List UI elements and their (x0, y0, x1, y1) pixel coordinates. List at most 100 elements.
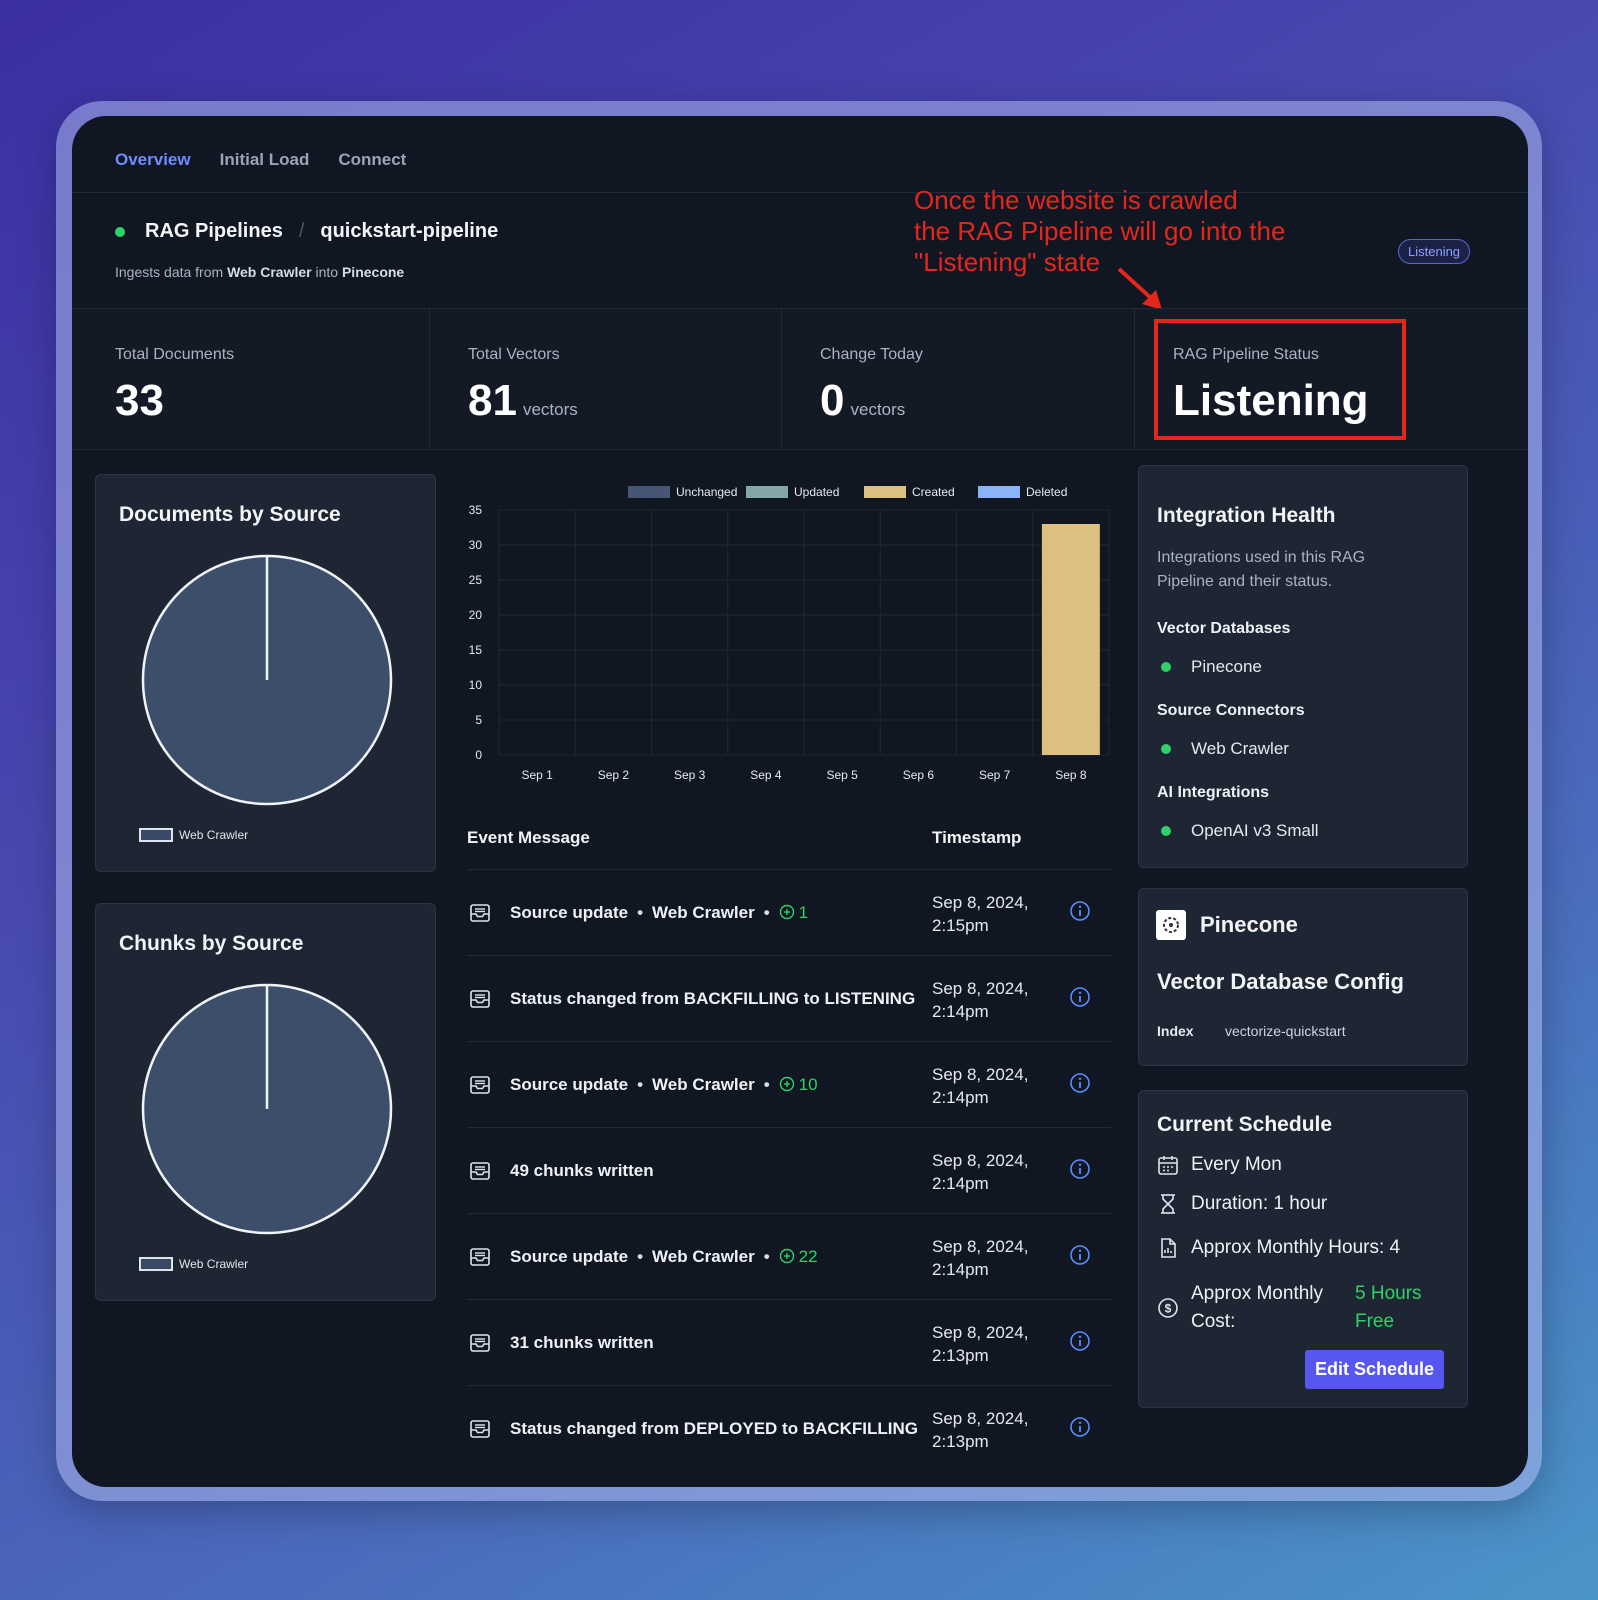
event-timestamp: Sep 8, 2024, 2:13pm (932, 1407, 1028, 1453)
timestamp-date: Sep 8, 2024, (932, 1237, 1029, 1256)
event-timestamp: Sep 8, 2024, 2:14pm (932, 977, 1028, 1023)
event-timestamp: Sep 8, 2024, 2:14pm (932, 1149, 1028, 1195)
event-count: 1 (779, 903, 808, 922)
legend-label: Web Crawler (179, 828, 249, 842)
event-row: Source update • Web Crawler • 22 Sep 8, 2024,… (467, 1213, 1111, 1299)
timestamp-time: 2:14pm (932, 1088, 989, 1107)
event-row: 31 chunks written Sep 8, 2024, 2:13pm (467, 1299, 1111, 1385)
event-count: 10 (779, 1075, 818, 1094)
tab-connect[interactable]: Connect (338, 150, 406, 170)
y-tick-label: 0 (475, 748, 482, 762)
inbox-icon (470, 1420, 490, 1438)
bullet: • (763, 903, 770, 922)
event-timestamp: Sep 8, 2024, 2:13pm (932, 1321, 1028, 1367)
legend-swatch (139, 827, 173, 842)
event-icon (469, 1419, 491, 1444)
timestamp-time: 2:14pm (932, 1174, 989, 1193)
event-info-button[interactable] (1069, 1330, 1091, 1357)
inbox-icon (470, 1248, 490, 1266)
event-info-button[interactable] (1069, 986, 1091, 1013)
document-icon (1161, 1238, 1176, 1258)
event-label: Source update (510, 1247, 629, 1266)
timestamp-header: Timestamp (932, 828, 1022, 847)
bullet: • (637, 1247, 644, 1266)
card-title: Current Schedule (1157, 1113, 1333, 1136)
schedule-duration: Duration: 1 hour (1157, 1193, 1327, 1215)
integration-label: Pinecone (1191, 657, 1262, 676)
tab-overview[interactable]: Overview (115, 150, 191, 170)
legend-swatch (139, 1256, 173, 1271)
hourglass-icon (1161, 1194, 1175, 1214)
event-info-button[interactable] (1069, 900, 1091, 927)
event-timestamp: Sep 8, 2024, 2:14pm (932, 1063, 1028, 1109)
stat-number: 81 (468, 376, 517, 425)
cost-value-line: Free (1355, 1311, 1395, 1332)
inbox-icon (470, 904, 490, 922)
integration-health-description: Integrations used in this RAG Pipeline a… (1157, 546, 1365, 594)
y-tick-label: 10 (469, 678, 483, 692)
integration-label: Web Crawler (1191, 739, 1289, 758)
documents-by-source-card: Documents by Source Web Crawler (95, 474, 436, 872)
chunks-pie-chart (141, 983, 393, 1235)
timestamp-date: Sep 8, 2024, (932, 1065, 1029, 1084)
timestamp-time: 2:15pm (932, 916, 989, 935)
status-dot (1161, 826, 1171, 836)
x-tick-label: Sep 3 (674, 768, 706, 782)
event-info-button[interactable] (1069, 1244, 1091, 1271)
info-icon (1070, 1331, 1090, 1351)
ingest-mid: into (315, 264, 339, 280)
pinecone-name: Pinecone (1200, 912, 1298, 937)
legend-label-deleted: Deleted (1026, 485, 1067, 499)
integration-health-card: Integration Health Integrations used in … (1138, 465, 1468, 868)
integration-label: OpenAI v3 Small (1191, 821, 1319, 840)
svg-text:$: $ (1165, 1302, 1172, 1316)
event-source: Web Crawler (652, 1247, 755, 1266)
pie-legend: Web Crawler (139, 1255, 248, 1273)
stat-label: Total Documents (115, 346, 235, 363)
event-message: 31 chunks written (510, 1333, 654, 1353)
stat-divider (429, 308, 430, 450)
stat-value: 81 vectors (468, 376, 578, 426)
event-info-button[interactable] (1069, 1072, 1091, 1099)
info-icon (1070, 1073, 1090, 1093)
timestamp-date: Sep 8, 2024, (932, 1323, 1029, 1342)
event-icon (469, 1247, 491, 1272)
app-window: Overview Initial Load Connect RAG Pipeli… (72, 116, 1528, 1487)
event-source: Web Crawler (652, 1075, 755, 1094)
x-tick-label: Sep 6 (903, 768, 935, 782)
x-tick-label: Sep 4 (750, 768, 782, 782)
stat-number: 0 (820, 376, 845, 425)
plus-circle-icon (779, 904, 794, 920)
info-icon (1070, 1245, 1090, 1265)
vector-db-config-title: Vector Database Config (1157, 969, 1404, 994)
event-message: Source update • Web Crawler • 10 (510, 1075, 818, 1095)
timestamp-time: 2:13pm (932, 1346, 989, 1365)
timestamp-date: Sep 8, 2024, (932, 893, 1029, 912)
event-row: 49 chunks written Sep 8, 2024, 2:14pm (467, 1127, 1111, 1213)
y-tick-label: 5 (475, 713, 482, 727)
cost-value-line: 5 Hours (1355, 1283, 1422, 1304)
stat-label: Change Today (820, 346, 923, 363)
schedule-every-text: Every Mon (1191, 1154, 1282, 1175)
event-row: Source update • Web Crawler • 1 Sep 8, 2024, 2… (467, 869, 1111, 955)
event-label: Status changed from DEPLOYED to BACKFILL… (510, 1419, 919, 1438)
edit-schedule-button[interactable]: Edit Schedule (1305, 1350, 1445, 1389)
stat-value: 0 vectors (820, 376, 923, 426)
legend-label-updated: Updated (794, 485, 839, 499)
info-icon (1070, 901, 1090, 921)
inbox-icon (470, 1076, 490, 1094)
legend-swatch-unchanged (628, 486, 670, 498)
tab-initial-load[interactable]: Initial Load (220, 150, 310, 170)
breadcrumb-rag-pipelines[interactable]: RAG Pipelines (145, 220, 283, 243)
timestamp-time: 2:13pm (932, 1432, 989, 1451)
index-value: vectorize-quickstart (1225, 1023, 1346, 1039)
event-source: Web Crawler (652, 903, 755, 922)
y-tick-label: 25 (469, 573, 483, 587)
timestamp-date: Sep 8, 2024, (932, 1409, 1029, 1428)
calendar-icon (1158, 1156, 1178, 1175)
annotation-highlight-box (1154, 319, 1406, 440)
event-count-value: 22 (798, 1247, 818, 1266)
event-info-button[interactable] (1069, 1416, 1091, 1443)
event-message: Status changed from DEPLOYED to BACKFILL… (510, 1419, 918, 1439)
event-info-button[interactable] (1069, 1158, 1091, 1185)
